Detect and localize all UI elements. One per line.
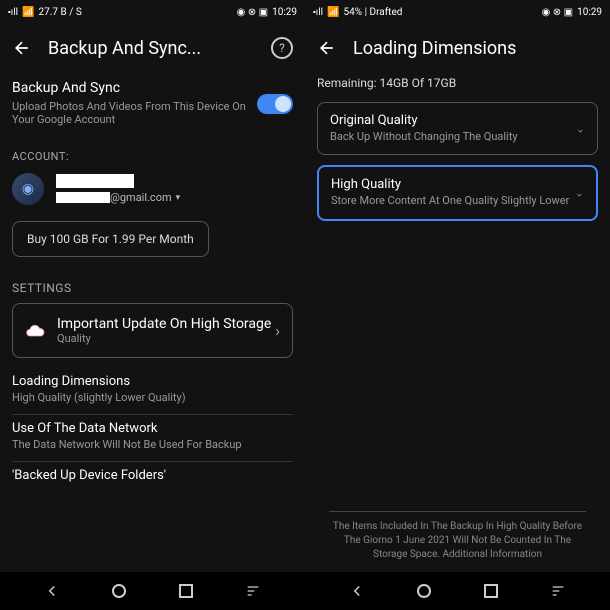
original-quality-sub: Back Up Without Changing The Quality	[330, 130, 585, 144]
back-button[interactable]	[317, 38, 337, 58]
status-icons: ◉ ⊗ ▣	[542, 7, 574, 18]
backup-sync-desc: Upload Photos And Videos From This Devic…	[12, 100, 257, 126]
divider	[12, 414, 293, 415]
buy-storage-button[interactable]: Buy 100 GB For 1.99 Per Month	[12, 221, 209, 257]
loading-dimensions-title[interactable]: Loading Dimensions	[12, 374, 293, 389]
clock: 10:29	[577, 7, 602, 18]
device-folders-title[interactable]: 'Backed Up Device Folders'	[12, 468, 293, 483]
chevron-down-icon: ⌄	[576, 122, 585, 135]
account-section-label: ACCOUNT:	[12, 150, 293, 163]
storage-update-sub: Quality	[57, 332, 275, 345]
help-icon[interactable]: ?	[271, 37, 293, 59]
net-speed: 27.7 B / S	[39, 7, 82, 18]
backup-sync-heading: Backup And Sync	[12, 80, 257, 96]
divider	[329, 511, 586, 512]
signal-icon: ⬝ıll	[313, 7, 323, 18]
loading-dimensions-sub: High Quality (slightly Lower Quality)	[12, 391, 293, 404]
original-quality-option[interactable]: Original Quality Back Up Without Changin…	[317, 102, 598, 155]
app-header: Backup And Sync... ?	[0, 24, 305, 72]
nav-home-icon[interactable]	[409, 576, 439, 606]
account-name-redacted	[56, 174, 134, 188]
wifi-icon: 📶	[327, 7, 339, 18]
nav-menu-icon[interactable]	[543, 576, 573, 606]
storage-update-title: Important Update On High Storage	[57, 316, 275, 332]
net-label: 54% | Drafted	[344, 7, 403, 18]
nav-home-icon[interactable]	[104, 576, 134, 606]
nav-menu-icon[interactable]	[238, 576, 268, 606]
high-quality-sub: Store More Content At One Quality Slight…	[331, 194, 584, 208]
chevron-down-icon: ⌄	[575, 186, 584, 199]
account-email: @gmail.com▾	[56, 191, 180, 204]
status-bar: ⬝ıll 📶 27.7 B / S ◉ ⊗ ▣ 10:29	[0, 0, 305, 24]
status-icons: ◉ ⊗ ▣	[237, 7, 269, 18]
high-quality-title: High Quality	[331, 177, 584, 192]
backup-sync-toggle[interactable]	[257, 94, 293, 114]
nav-recent-icon[interactable]	[476, 576, 506, 606]
high-quality-option[interactable]: High Quality Store More Content At One Q…	[317, 165, 598, 220]
avatar: ◉	[12, 173, 44, 205]
nav-bar	[305, 572, 610, 610]
divider	[12, 461, 293, 462]
app-header: Loading Dimensions	[305, 24, 610, 72]
settings-section-label: SETTINGS	[12, 281, 293, 295]
status-bar: ⬝ıll 📶 54% | Drafted ◉ ⊗ ▣ 10:29	[305, 0, 610, 24]
data-network-title[interactable]: Use Of The Data Network	[12, 421, 293, 436]
nav-back-icon[interactable]	[37, 576, 67, 606]
page-title: Loading Dimensions	[353, 38, 598, 59]
chevron-right-icon: ›	[275, 321, 280, 340]
back-button[interactable]	[12, 38, 32, 58]
storage-update-card[interactable]: Important Update On High Storage Quality…	[12, 303, 293, 358]
nav-recent-icon[interactable]	[171, 576, 201, 606]
clock: 10:29	[272, 7, 297, 18]
storage-remaining: Remaining: 14GB Of 17GB	[305, 72, 610, 102]
signal-icon: ⬝ıll	[8, 7, 18, 18]
data-network-sub: The Data Network Will Not Be Used For Ba…	[12, 438, 293, 451]
cloud-icon	[25, 321, 45, 341]
original-quality-title: Original Quality	[330, 113, 585, 128]
page-title: Backup And Sync...	[48, 38, 271, 59]
nav-bar	[0, 572, 305, 610]
nav-back-icon[interactable]	[342, 576, 372, 606]
footer-disclaimer: The Items Included In The Backup In High…	[305, 520, 610, 562]
account-row[interactable]: ◉ @gmail.com▾	[12, 173, 293, 205]
wifi-icon: 📶	[22, 7, 34, 18]
